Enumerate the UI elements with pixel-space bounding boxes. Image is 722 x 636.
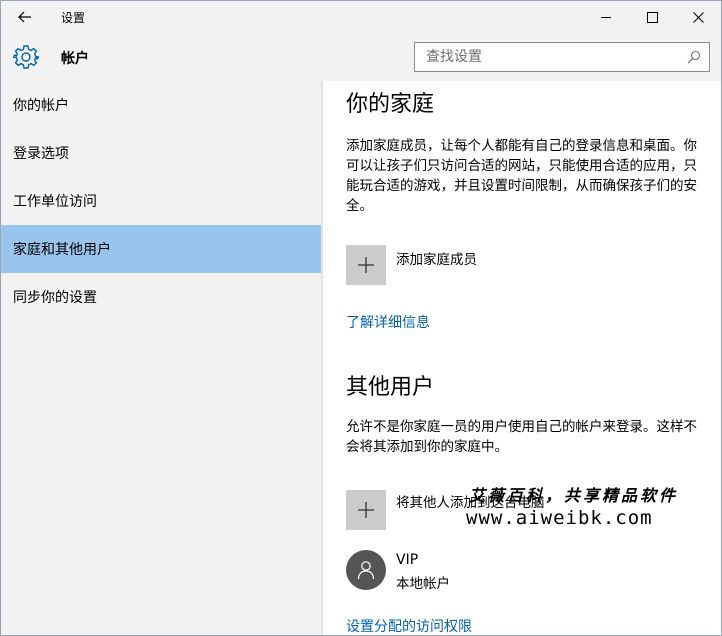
add-other-user-button[interactable] <box>346 490 386 530</box>
user-account-type: 本地帐户 <box>396 576 450 592</box>
gear-icon <box>13 45 39 69</box>
sidebar-item-label: 登录选项 <box>13 146 69 162</box>
maximize-button[interactable] <box>629 1 675 33</box>
avatar[interactable] <box>346 550 386 590</box>
sidebar-item-label: 家庭和其他用户 <box>13 242 111 258</box>
page-title: 帐户 <box>61 51 89 67</box>
arrow-left-icon <box>18 11 31 23</box>
sidebar-item-your-account[interactable]: 你的帐户 <box>1 81 321 129</box>
sidebar-item-label: 同步你的设置 <box>13 290 97 306</box>
search-box[interactable] <box>414 42 710 72</box>
add-family-member-button[interactable] <box>346 245 386 285</box>
search-input[interactable] <box>415 44 675 70</box>
search-icon[interactable] <box>687 50 701 64</box>
plus-icon <box>358 502 374 518</box>
back-button[interactable] <box>1 1 49 33</box>
sidebar-item-family-other-users[interactable]: 家庭和其他用户 <box>1 225 321 273</box>
title-bar: 设置 <box>1 1 721 33</box>
sidebar-item-sign-in-options[interactable]: 登录选项 <box>1 129 321 177</box>
main-content: 你的家庭 添加家庭成员，让每个人都能有自己的登录信息和桌面。你可以让孩子们只访问… <box>321 81 721 635</box>
add-family-member-label[interactable]: 添加家庭成员 <box>396 248 477 268</box>
user-name[interactable]: VIP <box>396 552 418 568</box>
watermark-line1: 艾薇百科，共享精品软件 <box>469 486 679 505</box>
person-icon <box>357 561 375 580</box>
family-heading: 你的家庭 <box>346 92 435 117</box>
other-users-description: 允许不是你家庭一员的用户使用自己的帐户来登录。这样不会将其添加到你的家庭中。 <box>346 419 697 455</box>
plus-icon <box>358 257 374 273</box>
sidebar: 你的帐户 登录选项 工作单位访问 家庭和其他用户 同步你的设置 <box>1 81 321 635</box>
other-users-heading: 其他用户 <box>346 375 435 400</box>
sidebar-item-label: 工作单位访问 <box>13 194 97 210</box>
sidebar-item-label: 你的帐户 <box>13 98 69 114</box>
scroll-edge <box>321 81 323 635</box>
family-description: 添加家庭成员，让每个人都能有自己的登录信息和桌面。你可以让孩子们只访问合适的网站… <box>346 138 697 214</box>
sidebar-item-work-access[interactable]: 工作单位访问 <box>1 177 321 225</box>
minimize-icon <box>600 16 611 18</box>
minimize-button[interactable] <box>583 1 629 33</box>
settings-window: 设置 帐户 你的 <box>0 0 722 636</box>
assigned-access-link[interactable]: 设置分配的访问权限 <box>346 616 472 635</box>
learn-more-link[interactable]: 了解详细信息 <box>346 312 430 332</box>
app-title: 设置 <box>61 11 86 25</box>
watermark-line2: www.aiweibk.com <box>466 507 653 529</box>
maximize-icon <box>646 11 658 23</box>
sidebar-item-sync-settings[interactable]: 同步你的设置 <box>1 273 321 321</box>
close-button[interactable] <box>675 1 721 33</box>
close-icon <box>692 11 704 23</box>
